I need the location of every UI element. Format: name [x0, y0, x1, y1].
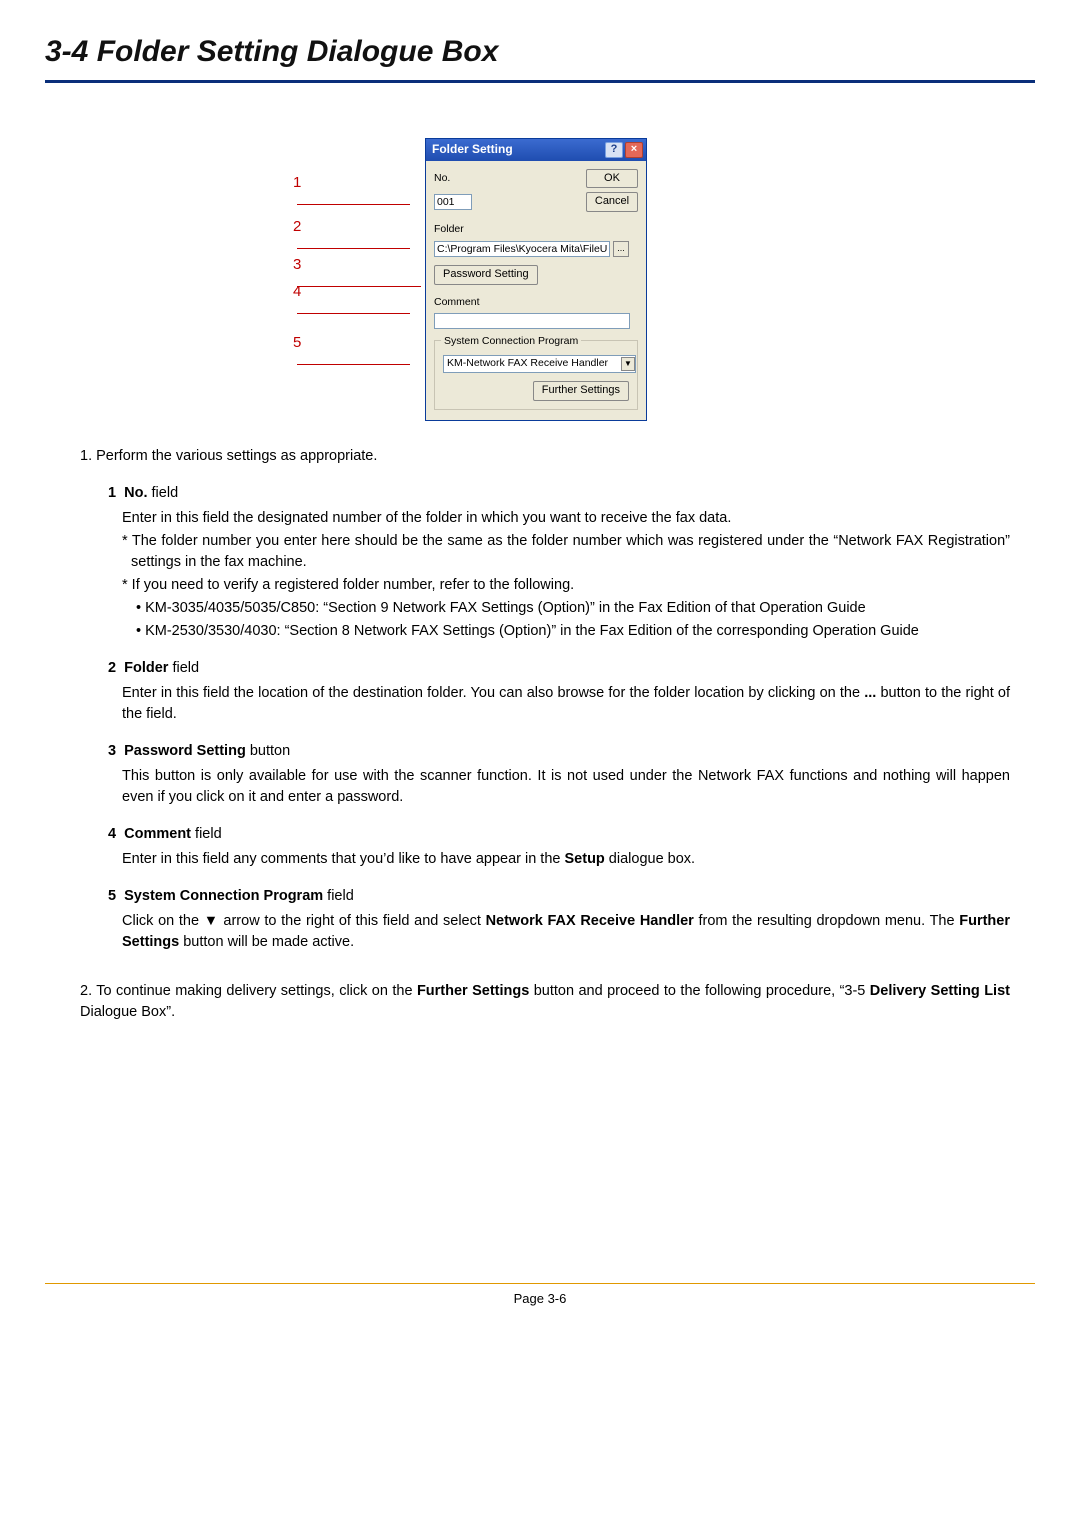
page-number: Page 3-6	[45, 1290, 1035, 1309]
item1-note1: * The folder number you enter here shoul…	[122, 531, 1010, 573]
password-setting-button[interactable]: Password Setting	[434, 265, 538, 285]
item1-desc: Enter in this field the designated numbe…	[122, 508, 1010, 529]
folder-setting-dialog: Folder Setting ? × No. OK Cancel Folder …	[425, 138, 647, 421]
item2-num: 2	[108, 660, 116, 676]
folder-label: Folder	[434, 222, 638, 237]
item4-num: 4	[108, 826, 116, 842]
item3-suffix: button	[246, 743, 290, 759]
item4-desc: Enter in this field any comments that yo…	[122, 849, 1010, 870]
scp-group: System Connection Program KM-Network FAX…	[434, 340, 638, 410]
no-label: No.	[434, 171, 450, 186]
page-title: 3-4 Folder Setting Dialogue Box	[45, 30, 1035, 83]
cancel-button[interactable]: Cancel	[586, 192, 638, 212]
item3-desc: This button is only available for use wi…	[122, 766, 1010, 808]
browse-button[interactable]: ...	[613, 241, 629, 257]
item4-suffix: field	[191, 826, 222, 842]
scp-select-value: KM-Network FAX Receive Handler	[447, 356, 608, 371]
item1-num: 1	[108, 485, 116, 501]
item5-num: 5	[108, 888, 116, 904]
dialog-figure: 1 2 3 4 5 Folder Setting ? × No. OK Canc…	[425, 138, 715, 421]
item1-bullet1: • KM-3035/4035/5035/C850: “Section 9 Net…	[136, 598, 1010, 619]
further-settings-button[interactable]: Further Settings	[533, 381, 629, 401]
item1-suffix: field	[148, 485, 179, 501]
folder-input[interactable]	[434, 241, 610, 257]
item2-suffix: field	[168, 660, 199, 676]
dialog-titlebar: Folder Setting ? ×	[426, 139, 646, 161]
callout-3: 3	[293, 256, 301, 273]
callout-5: 5	[293, 334, 301, 351]
dialog-title-text: Folder Setting	[432, 141, 513, 158]
item1-name: No.	[124, 485, 147, 501]
body-text: 1. Perform the various settings as appro…	[80, 446, 1010, 1023]
item3-name: Password Setting	[124, 743, 246, 759]
comment-label: Comment	[434, 295, 638, 310]
callout-4: 4	[293, 283, 301, 300]
step-1: 1. Perform the various settings as appro…	[80, 446, 1010, 467]
chevron-down-icon: ▼	[621, 357, 635, 371]
item1-bullet2: • KM-2530/3530/4030: “Section 8 Network …	[136, 621, 1010, 642]
comment-input[interactable]	[434, 313, 630, 329]
help-icon[interactable]: ?	[605, 142, 623, 158]
scp-group-title: System Connection Program	[441, 334, 581, 349]
item3-num: 3	[108, 743, 116, 759]
no-input[interactable]	[434, 194, 472, 210]
item2-name: Folder	[124, 660, 168, 676]
item1-note2: * If you need to verify a registered fol…	[122, 575, 1010, 596]
item5-name: System Connection Program	[124, 888, 323, 904]
item2-desc: Enter in this field the location of the …	[122, 683, 1010, 725]
ok-button[interactable]: OK	[586, 169, 638, 189]
footer-rule	[45, 1283, 1035, 1284]
close-icon[interactable]: ×	[625, 142, 643, 158]
callout-2: 2	[293, 218, 301, 235]
callout-1: 1	[293, 174, 301, 191]
scp-select[interactable]: KM-Network FAX Receive Handler ▼	[443, 355, 636, 373]
item5-desc: Click on the ▼ arrow to the right of thi…	[122, 911, 1010, 953]
item5-suffix: field	[323, 888, 354, 904]
item4-name: Comment	[124, 826, 191, 842]
step-2: 2. To continue making delivery settings,…	[80, 981, 1010, 1023]
